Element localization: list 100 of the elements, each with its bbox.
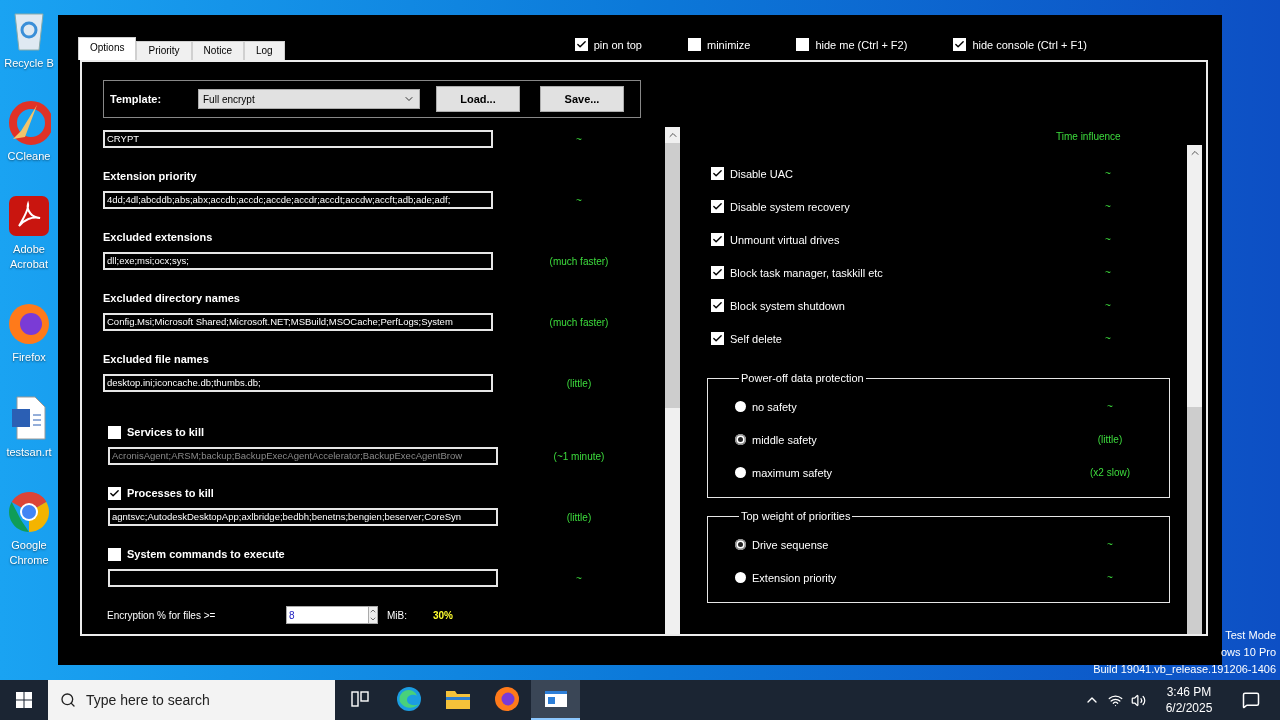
radio-button[interactable] (735, 539, 746, 550)
checkbox[interactable] (108, 547, 121, 561)
firefox-icon (7, 302, 51, 346)
clock[interactable]: 3:46 PM 6/2/2025 (1154, 684, 1224, 716)
scrollbar[interactable] (1187, 145, 1202, 634)
document-icon (9, 395, 49, 441)
text-field[interactable] (108, 569, 498, 587)
time-hint: ~ (1104, 234, 1112, 245)
text-field[interactable]: CRYPT (103, 130, 493, 148)
edge-icon (395, 686, 422, 712)
search-field[interactable]: Type here to search (48, 680, 335, 720)
radio-button[interactable] (735, 434, 746, 445)
template-button[interactable]: Load... (436, 86, 520, 112)
time-hint: ~ (1104, 168, 1112, 179)
percent-value: 30% (433, 609, 453, 621)
text-field[interactable]: 4dd;4dl;abcddb;abs;abx;accdb;accdc;accde;accdr;accdt;accdw;accft;adb;ade;adf; (103, 191, 493, 209)
field-label: Extension priority (103, 169, 198, 184)
radio-label: no safety (752, 400, 797, 413)
time-hint: ~ (1104, 300, 1112, 311)
checkbox[interactable] (711, 299, 724, 312)
time-hint: (little) (565, 511, 593, 523)
checkbox[interactable] (711, 167, 724, 180)
volume-icon (1131, 692, 1146, 708)
field-label: Excluded extensions (103, 230, 214, 245)
group-title: Power-off data protection (740, 372, 865, 384)
checkbox-label: Processes to kill (127, 486, 214, 501)
time-hint: (much faster) (548, 255, 610, 267)
checkbox[interactable] (574, 38, 588, 51)
radio-label: middle safety (752, 433, 817, 446)
checkbox[interactable] (711, 233, 724, 246)
windows-logo-icon (16, 692, 32, 708)
tab[interactable]: Options (78, 37, 137, 60)
text-field[interactable]: Config.Msi;Microsoft Shared;Microsoft.NET;MSBuild;MSOCache;PerfLogs;System (103, 313, 493, 331)
folder-icon (444, 688, 471, 710)
checkbox-label: Disable system recovery (730, 200, 850, 213)
desktop-watermark-text: Test Mode (1225, 628, 1276, 643)
number-spinner[interactable]: 8 (286, 606, 378, 624)
desktop-watermark-text: Build 19041.vb_release.191206-1406 (1093, 662, 1276, 677)
checkbox[interactable] (108, 486, 121, 500)
radio-button[interactable] (735, 401, 746, 412)
column-header: Time influence (1056, 130, 1121, 142)
time-hint: (little) (565, 377, 593, 389)
time-hint: (little) (1096, 434, 1124, 445)
time-hint: (~1 minute) (552, 450, 606, 462)
checkbox[interactable] (953, 38, 967, 51)
checkbox[interactable] (711, 200, 724, 213)
encryption-label: Encryption % for files >= (107, 609, 217, 621)
field-label: Excluded directory names (103, 291, 241, 306)
time-hint: ~ (1104, 333, 1112, 344)
field-label: Excluded file names (103, 352, 210, 367)
checkbox[interactable] (711, 266, 724, 279)
notification-icon (1242, 691, 1260, 709)
time-hint: ~ (1104, 201, 1112, 212)
network-icon (1108, 692, 1123, 708)
radio-label: maximum safety (752, 466, 833, 479)
time-hint: ~ (1104, 267, 1112, 278)
template-label: Template: (110, 93, 163, 105)
time-hint: ~ (575, 194, 583, 206)
checkbox-label: hide console (Ctrl + F1) (972, 38, 1087, 51)
checkbox-label: Services to kill (127, 425, 205, 440)
time-hint: ~ (1106, 572, 1114, 583)
group-title: Top weight of priorities (740, 510, 852, 522)
radio-label: Drive sequense (752, 538, 829, 551)
checkbox[interactable] (108, 425, 121, 439)
tab[interactable]: Notice (191, 41, 244, 60)
radio-button[interactable] (735, 467, 746, 478)
template-dropdown[interactable]: Full encrypt (198, 89, 420, 109)
taskbar-app[interactable] (531, 680, 580, 720)
time-hint: ~ (575, 133, 583, 145)
checkbox-label: hide me (Ctrl + F2) (815, 38, 908, 51)
checkbox-label: System commands to execute (127, 547, 285, 562)
time-hint: (x2 slow) (1089, 467, 1131, 478)
broom-icon (7, 101, 51, 145)
time-hint: ~ (575, 572, 583, 584)
text-field[interactable]: agntsvc;AutodeskDesktopApp;axlbridge;bedbh;benetns;bengien;beserver;CoreSyn (108, 508, 498, 526)
time-hint: ~ (1106, 401, 1114, 412)
chrome-icon (7, 490, 51, 534)
checkbox[interactable] (687, 38, 701, 51)
time-hint: (much faster) (548, 316, 610, 328)
text-field[interactable]: dll;exe;msi;ocx;sys; (103, 252, 493, 270)
checkbox-label: minimize (706, 38, 751, 51)
scrollbar[interactable] (665, 127, 680, 634)
checkbox-label: Block task manager, taskkill etc (730, 266, 883, 279)
app-window-icon (543, 690, 568, 708)
checkbox-label: Unmount virtual drives (730, 233, 840, 246)
search-icon (60, 692, 76, 708)
checkbox[interactable] (796, 38, 810, 51)
text-field[interactable]: desktop.ini;iconcache.db;thumbs.db; (103, 374, 493, 392)
checkbox-label: Block system shutdown (730, 299, 845, 312)
unit-label: MiB: (387, 609, 408, 621)
template-button[interactable]: Save... (540, 86, 624, 112)
tab[interactable]: Priority (136, 41, 192, 60)
time-hint: ~ (1106, 539, 1114, 550)
checkbox-label: pin on top (593, 38, 642, 51)
text-field[interactable]: AcronisAgent;ARSM;backup;BackupExecAgentAccelerator;BackupExecAgentBrow (108, 447, 498, 465)
checkbox-label: Self delete (730, 332, 782, 345)
checkbox[interactable] (711, 332, 724, 345)
tab[interactable]: Log (243, 41, 285, 60)
pdf-app-icon (7, 194, 51, 238)
radio-button[interactable] (735, 572, 746, 583)
